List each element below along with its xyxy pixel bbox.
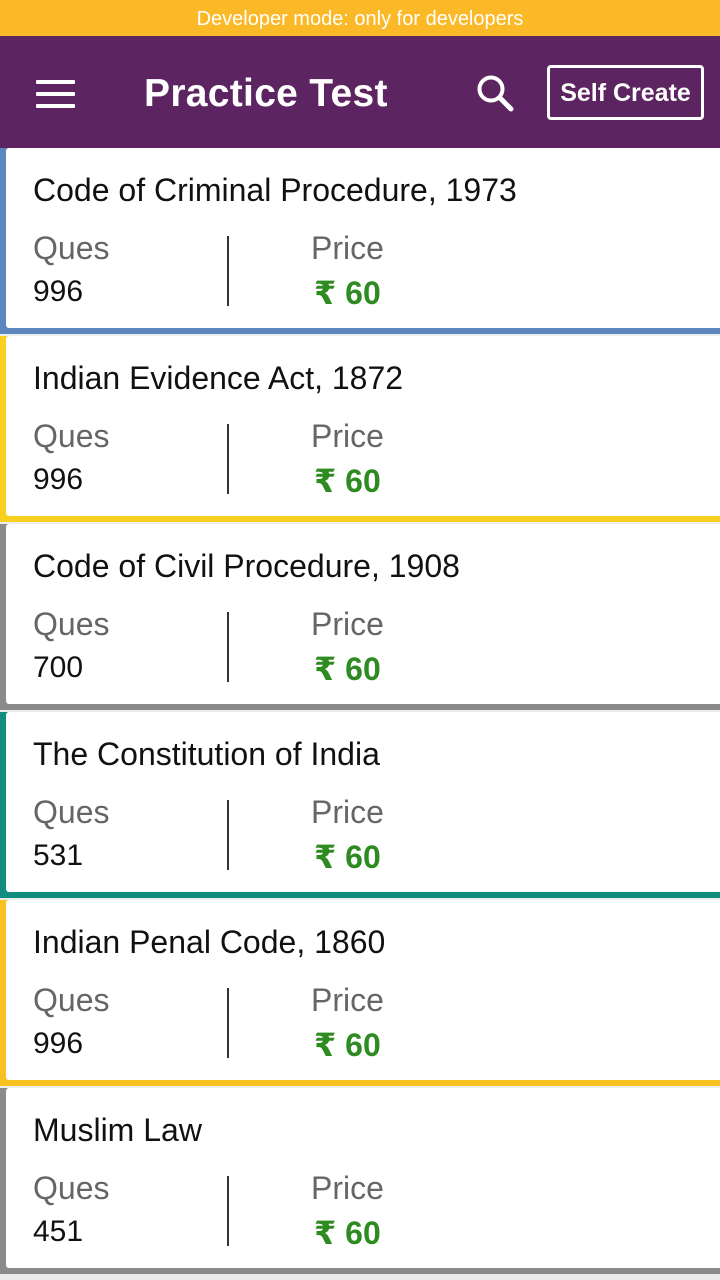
- test-card[interactable]: Indian Evidence Act, 1872 Ques 996 Price…: [0, 336, 720, 524]
- test-card[interactable]: Indian Penal Code, 1860 Ques 996 Price ₹…: [0, 900, 720, 1088]
- test-title: Muslim Law: [33, 1112, 202, 1148]
- price-label: Price: [311, 982, 384, 1018]
- test-title: Indian Penal Code, 1860: [33, 924, 386, 960]
- search-icon[interactable]: [474, 72, 518, 116]
- ques-count: 996: [33, 275, 84, 308]
- test-title: The Constitution of India: [33, 736, 380, 772]
- ques-label: Ques: [33, 1170, 110, 1206]
- price-value: ₹ 60: [314, 1215, 381, 1251]
- ques-label: Ques: [33, 982, 110, 1018]
- developer-mode-banner: Developer mode: only for developers: [0, 0, 720, 36]
- ques-count: 700: [33, 651, 84, 684]
- price-label: Price: [311, 606, 384, 642]
- hamburger-menu-icon[interactable]: [36, 80, 76, 108]
- card-body: Indian Evidence Act, 1872 Ques 996 Price…: [6, 336, 720, 516]
- card-divider: [227, 424, 229, 494]
- test-title: Indian Evidence Act, 1872: [33, 360, 404, 396]
- test-card[interactable]: The Constitution of India Ques 531 Price…: [0, 712, 720, 900]
- self-create-button[interactable]: Self Create: [547, 65, 704, 120]
- price-value: ₹ 60: [314, 651, 381, 687]
- card-body: Code of Criminal Procedure, 1973 Ques 99…: [6, 148, 720, 328]
- ques-label: Ques: [33, 794, 110, 830]
- ques-count: 996: [33, 463, 84, 496]
- price-label: Price: [311, 794, 384, 830]
- test-card[interactable]: Muslim Law Ques 451 Price ₹ 60: [0, 1088, 720, 1276]
- test-title: Code of Criminal Procedure, 1973: [33, 172, 517, 208]
- ques-label: Ques: [33, 230, 110, 266]
- ques-label: Ques: [33, 418, 110, 454]
- test-title: Code of Civil Procedure, 1908: [33, 548, 460, 584]
- ques-count: 996: [33, 1027, 84, 1060]
- ques-label: Ques: [33, 606, 110, 642]
- card-divider: [227, 612, 229, 682]
- price-label: Price: [311, 230, 384, 266]
- card-body: Muslim Law Ques 451 Price ₹ 60: [6, 1088, 720, 1268]
- card-body: Code of Civil Procedure, 1908 Ques 700 P…: [6, 524, 720, 704]
- card-divider: [227, 236, 229, 306]
- card-divider: [227, 988, 229, 1058]
- card-body: Indian Penal Code, 1860 Ques 996 Price ₹…: [6, 900, 720, 1080]
- ques-count: 451: [33, 1215, 84, 1248]
- card-divider: [227, 800, 229, 870]
- app-bar: Practice Test Self Create: [0, 36, 720, 148]
- price-value: ₹ 60: [314, 463, 381, 499]
- card-divider: [227, 1176, 229, 1246]
- price-value: ₹ 60: [314, 839, 381, 875]
- test-card[interactable]: Code of Civil Procedure, 1908 Ques 700 P…: [0, 524, 720, 712]
- price-value: ₹ 60: [314, 275, 381, 311]
- ques-count: 531: [33, 839, 84, 872]
- price-label: Price: [311, 1170, 384, 1206]
- price-value: ₹ 60: [314, 1027, 381, 1063]
- page-title: Practice Test: [144, 72, 388, 115]
- price-label: Price: [311, 418, 384, 454]
- card-body: The Constitution of India Ques 531 Price…: [6, 712, 720, 892]
- test-card[interactable]: Code of Criminal Procedure, 1973 Ques 99…: [0, 148, 720, 336]
